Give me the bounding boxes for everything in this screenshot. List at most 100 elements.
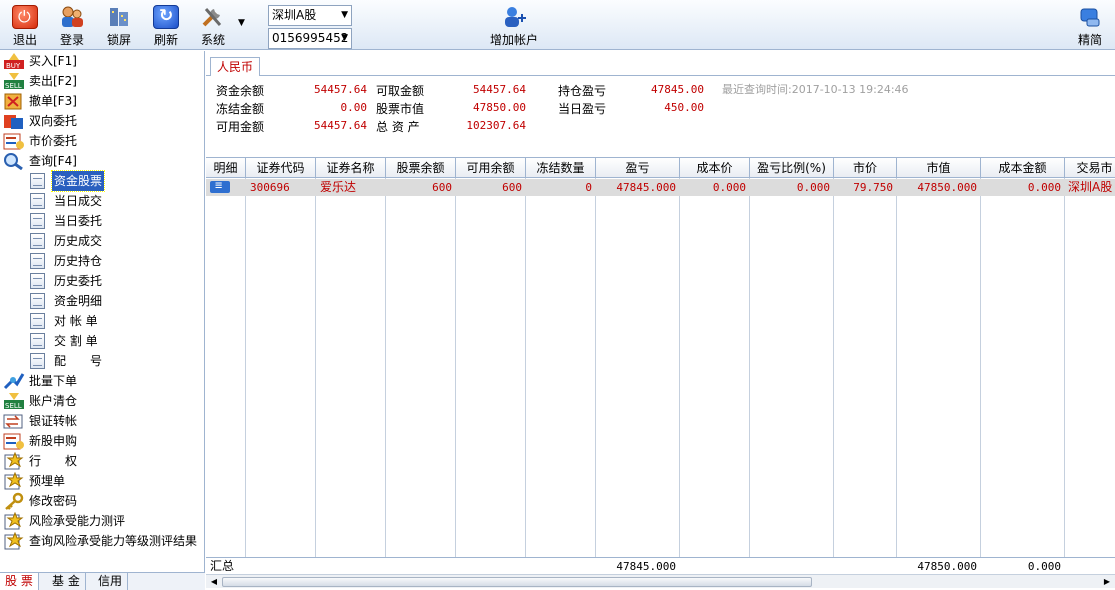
frozen-qty-cell: 0 bbox=[585, 181, 592, 194]
chevron-down-icon: ▼ bbox=[341, 10, 348, 20]
grid-line bbox=[525, 178, 526, 574]
nav-item-label: 新股申购 bbox=[29, 434, 78, 448]
summary-label: 可取金额 bbox=[376, 84, 425, 98]
grid-line bbox=[385, 178, 386, 574]
summary-value: 54457.64 bbox=[473, 83, 526, 96]
document-icon bbox=[30, 333, 45, 349]
column-header[interactable]: 市价 bbox=[834, 158, 897, 178]
nav-sub-label: 当日委托 bbox=[54, 214, 103, 228]
nav-sub-label: 历史委托 bbox=[54, 274, 103, 288]
refresh-icon bbox=[153, 5, 179, 29]
cost-price-cell: 0.000 bbox=[712, 181, 746, 194]
scroll-thumb[interactable] bbox=[222, 577, 812, 587]
summary-label: 当日盈亏 bbox=[558, 102, 607, 116]
account-select-value: 0156995452 bbox=[272, 31, 349, 45]
lock-screen-label: 锁屏 bbox=[106, 33, 131, 47]
column-header[interactable]: 明细 bbox=[206, 158, 246, 178]
tab-currency-rmb[interactable]: 人民币 bbox=[210, 57, 261, 76]
column-header[interactable]: 成本金额 bbox=[981, 158, 1065, 178]
horizontal-scrollbar[interactable]: ◀ ▶ bbox=[206, 574, 1115, 588]
ipo-subscribe-icon bbox=[3, 432, 25, 450]
login-button[interactable]: 登录 bbox=[50, 3, 94, 47]
grid-line bbox=[749, 178, 750, 574]
nav-item-label: 银证转帐 bbox=[29, 414, 78, 428]
total-cost: 0.000 bbox=[1027, 560, 1061, 573]
market-select[interactable]: 深圳A股 ▼ bbox=[268, 5, 352, 26]
summary-label: 股票市值 bbox=[376, 102, 425, 116]
profit-loss-cell: 47845.000 bbox=[616, 181, 676, 194]
column-header[interactable]: 盈亏 bbox=[596, 158, 680, 178]
login-label: 登录 bbox=[59, 33, 84, 47]
buy-icon: BUY bbox=[3, 52, 25, 70]
clear-position-icon: SELL bbox=[3, 392, 25, 410]
scroll-right-icon[interactable]: ▶ bbox=[1100, 575, 1114, 588]
nav-sub-label: 交 割 单 bbox=[54, 334, 98, 348]
cost-amount-cell: 0.000 bbox=[1027, 181, 1061, 194]
available-balance-cell: 600 bbox=[502, 181, 522, 194]
document-icon bbox=[30, 173, 45, 189]
nav-item-label: 账户清仓 bbox=[29, 394, 78, 408]
chevron-down-icon: ▼ bbox=[341, 33, 348, 43]
grid-line bbox=[896, 178, 897, 574]
column-header[interactable]: 成本价 bbox=[680, 158, 750, 178]
batch-order-icon bbox=[3, 372, 25, 390]
column-header[interactable]: 市值 bbox=[897, 158, 981, 178]
detail-cell[interactable] bbox=[206, 179, 246, 196]
nav-sub-label: 历史成交 bbox=[54, 234, 103, 248]
simple-mode-label: 精简 bbox=[1077, 33, 1102, 47]
add-account-button[interactable]: 增加帐户 bbox=[487, 3, 541, 47]
lock-screen-button[interactable]: 锁屏 bbox=[97, 3, 141, 47]
system-dropdown-arrow-icon[interactable]: ▼ bbox=[238, 18, 245, 28]
nav-sub-label: 当日成交 bbox=[54, 194, 103, 208]
column-header[interactable]: 交易市 bbox=[1065, 158, 1115, 178]
nav-item-label: 行 权 bbox=[29, 454, 78, 468]
nav-item-label: 卖出[F2] bbox=[29, 74, 77, 88]
grid-header: 明细 证券代码 证券名称 股票余额 可用余额 冻结数量 盈亏 成本价 盈亏比例(… bbox=[206, 158, 1115, 178]
summary-value: 54457.64 bbox=[314, 83, 367, 96]
account-select[interactable]: 0156995452 ▼ bbox=[268, 28, 352, 49]
simple-mode-icon bbox=[1077, 5, 1103, 29]
column-header[interactable]: 可用余额 bbox=[456, 158, 526, 178]
nav-sub-label: 资金明细 bbox=[54, 294, 103, 308]
add-account-label: 增加帐户 bbox=[489, 33, 538, 47]
exit-button[interactable]: 退出 bbox=[3, 3, 47, 47]
nav-sub-label: 对 帐 单 bbox=[54, 314, 98, 328]
summary-label: 冻结金额 bbox=[216, 102, 265, 116]
document-icon bbox=[30, 313, 45, 329]
column-header[interactable]: 盈亏比例(%) bbox=[750, 158, 834, 178]
total-market-value: 47850.000 bbox=[917, 560, 977, 573]
column-header[interactable]: 证券名称 bbox=[316, 158, 386, 178]
nav-item-label: 风险承受能力测评 bbox=[29, 514, 126, 528]
document-icon bbox=[30, 213, 45, 229]
system-label: 系统 bbox=[200, 33, 225, 47]
summary-label: 持仓盈亏 bbox=[558, 84, 607, 98]
tab-stock[interactable]: 股 票 bbox=[0, 573, 39, 590]
nav-item-label: 市价委托 bbox=[29, 134, 78, 148]
nav-sub-label: 历史持仓 bbox=[54, 254, 103, 268]
system-button[interactable]: 系统 bbox=[191, 3, 235, 47]
grid-line bbox=[315, 178, 316, 574]
nav-item-label: 批量下单 bbox=[29, 374, 78, 388]
column-header[interactable]: 冻结数量 bbox=[526, 158, 596, 178]
preset-order-icon bbox=[3, 471, 25, 490]
column-header[interactable]: 证券代码 bbox=[246, 158, 316, 178]
stock-balance-cell: 600 bbox=[432, 181, 452, 194]
bank-transfer-icon bbox=[3, 412, 25, 430]
grid-line bbox=[245, 178, 246, 574]
summary-value: 0.00 bbox=[340, 101, 368, 114]
tab-credit[interactable]: 信用 bbox=[93, 573, 129, 590]
nav-item-label: 双向委托 bbox=[29, 114, 78, 128]
refresh-button[interactable]: 刷新 bbox=[144, 3, 188, 47]
last-query-time: 最近查询时间:2017-10-13 19:24:46 bbox=[722, 83, 909, 96]
scroll-left-icon[interactable]: ◀ bbox=[207, 575, 221, 588]
grid-line bbox=[595, 178, 596, 574]
nav-item-label: 买入[F1] bbox=[29, 54, 77, 68]
key-icon bbox=[3, 492, 25, 510]
document-icon bbox=[30, 233, 45, 249]
column-header[interactable]: 股票余额 bbox=[386, 158, 456, 178]
add-account-icon bbox=[501, 5, 527, 29]
tab-fund[interactable]: 基 金 bbox=[47, 573, 86, 590]
table-row[interactable]: 300696 爱乐达 600 600 0 47845.000 0.000 0.0… bbox=[206, 179, 1115, 196]
svg-text:BUY: BUY bbox=[6, 62, 21, 70]
simple-mode-button[interactable]: 精简 bbox=[1068, 3, 1112, 47]
